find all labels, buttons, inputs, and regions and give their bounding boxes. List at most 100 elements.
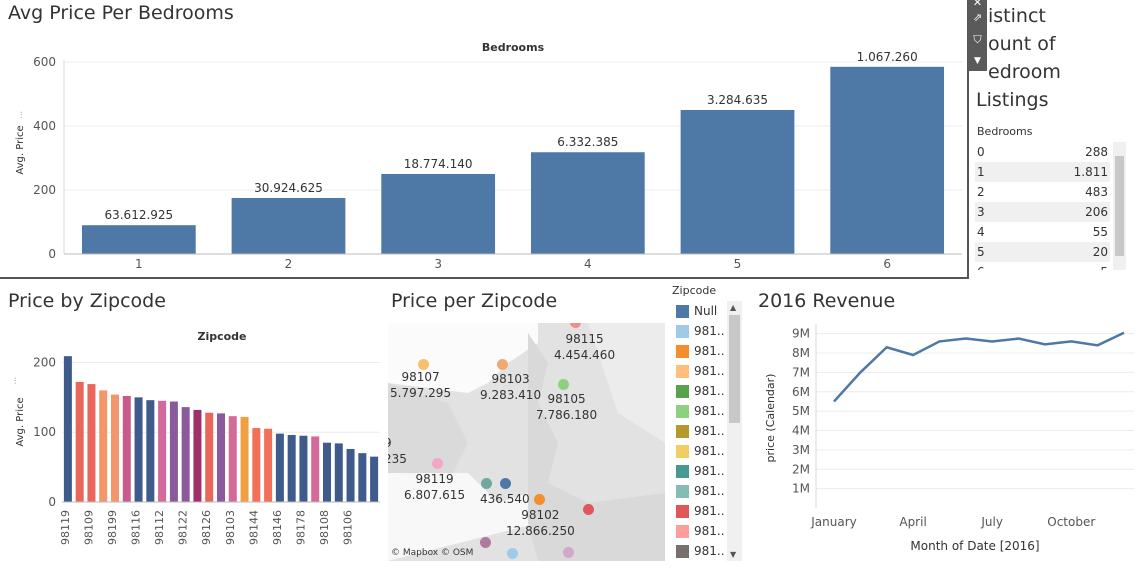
row-value: 5 bbox=[1100, 265, 1108, 270]
bar bbox=[181, 407, 190, 502]
map-label-value: 12.866.250 bbox=[506, 524, 575, 538]
map-title: Price per Zipcode bbox=[391, 290, 558, 312]
bar bbox=[264, 428, 273, 502]
map-label: 98102 12.866.250 bbox=[506, 507, 575, 539]
line-y-axis-label: price (Calendar) bbox=[764, 374, 777, 463]
zipcode-bar-chart[interactable]: Zipcode Avg. Price ⫶ 0 100 200 98119 98109 98199… bbox=[0, 322, 385, 571]
bar bbox=[370, 456, 379, 502]
row-value: 55 bbox=[1092, 225, 1108, 239]
legend-label: 981.. bbox=[694, 404, 725, 418]
map-label-value: 5.797.295 bbox=[390, 386, 452, 400]
x-tick-label: October bbox=[1047, 515, 1095, 529]
bar-chart-title: Avg Price Per Bedrooms bbox=[8, 2, 234, 24]
revenue-line-chart[interactable]: 1M 2M 3M 4M 5M 6M 7M 8M 9M price (Calendar) Januar… bbox=[750, 318, 1139, 571]
y-tick-label: 4M bbox=[792, 424, 810, 438]
bar bbox=[231, 198, 346, 254]
scroll-down-icon[interactable]: ▼ bbox=[730, 550, 736, 559]
x-tick-label: 98126 bbox=[200, 510, 213, 545]
legend-swatch bbox=[676, 445, 689, 458]
map-marker[interactable] bbox=[432, 458, 443, 469]
map-marker[interactable] bbox=[534, 494, 545, 505]
map-label: 98115 4.454.460 bbox=[554, 331, 615, 363]
popout-icon[interactable]: ⇗ bbox=[968, 9, 987, 27]
table-row[interactable]: 65 bbox=[975, 262, 1110, 270]
legend-swatch bbox=[676, 405, 689, 418]
legend-swatch bbox=[676, 485, 689, 498]
x-tick-label: 98146 bbox=[271, 510, 284, 545]
y-tick-label: 1M bbox=[792, 482, 810, 496]
legend-label: Null bbox=[694, 304, 718, 318]
map-credit: © Mapbox © OSM bbox=[391, 548, 474, 558]
y-tick-label: 600 bbox=[33, 55, 56, 69]
scroll-up-icon[interactable]: ▲ bbox=[730, 303, 736, 312]
legend-swatch bbox=[676, 385, 689, 398]
x-tick-label: 5 bbox=[734, 257, 742, 271]
row-key: 5 bbox=[977, 245, 985, 259]
bar bbox=[346, 448, 355, 502]
map-label: 98103 9.283.410 bbox=[480, 371, 541, 403]
map-label-zip: 98107 bbox=[401, 370, 440, 384]
filter-icon[interactable]: ⛉ bbox=[968, 31, 987, 49]
bar-y-axis-label: Avg. Price bbox=[15, 125, 26, 174]
x-tick-label: 98199 bbox=[106, 510, 119, 545]
map-label-value: 6.807.615 bbox=[404, 488, 466, 502]
row-value: 1.811 bbox=[1073, 165, 1108, 179]
sort-icon: ⫶ bbox=[14, 376, 16, 387]
bar bbox=[311, 436, 320, 502]
x-tick-label: 98108 bbox=[318, 510, 331, 545]
legend-label: 981.. bbox=[694, 364, 725, 378]
count-title-line: Listings bbox=[976, 89, 1049, 111]
zip-chart-header: Zipcode bbox=[197, 330, 246, 343]
table-row[interactable]: 0 288 bbox=[975, 142, 1110, 162]
bar bbox=[680, 110, 795, 254]
bar bbox=[216, 413, 226, 502]
x-tick-label: July bbox=[980, 515, 1003, 529]
table-row[interactable]: 2 483 bbox=[975, 182, 1110, 202]
count-table-header: Bedrooms bbox=[977, 125, 1033, 138]
table-row[interactable]: 5 20 bbox=[975, 242, 1110, 262]
bar bbox=[240, 416, 249, 502]
map-marker[interactable] bbox=[507, 548, 518, 559]
legend-scrollbar[interactable]: ▲ ▼ bbox=[727, 301, 742, 561]
x-tick-label: 6 bbox=[883, 257, 891, 271]
y-tick-label: 0 bbox=[48, 495, 56, 509]
legend-swatch bbox=[676, 365, 689, 378]
y-tick-label: 100 bbox=[33, 425, 56, 439]
bar-chart-header: Bedrooms bbox=[482, 41, 545, 54]
legend-swatch bbox=[676, 345, 689, 358]
legend-label: 981.. bbox=[694, 324, 725, 338]
bar bbox=[275, 433, 284, 502]
bar bbox=[381, 174, 496, 254]
table-row[interactable]: 3 206 bbox=[975, 202, 1110, 222]
map-marker[interactable] bbox=[500, 478, 511, 489]
bar bbox=[134, 397, 143, 502]
bedrooms-bar-chart[interactable]: Bedrooms Avg. Price ⫶ 0 200 400 600 63.612.925 1… bbox=[0, 30, 968, 275]
dropdown-arrow-icon[interactable]: ▼ bbox=[968, 52, 987, 70]
bar bbox=[158, 400, 167, 502]
map-label-value: 4.454.460 bbox=[554, 348, 616, 362]
bar bbox=[110, 394, 120, 502]
bar bbox=[322, 442, 332, 502]
legend-swatch bbox=[676, 505, 689, 518]
map-marker[interactable] bbox=[481, 478, 492, 489]
table-row[interactable]: 1 1.811 bbox=[975, 162, 1110, 182]
map-label-zip: 98119 bbox=[415, 472, 454, 486]
bar bbox=[287, 435, 296, 502]
map-marker[interactable] bbox=[480, 537, 491, 548]
map-label-value: 436.540 bbox=[480, 492, 530, 506]
row-key: 3 bbox=[977, 205, 985, 219]
table-row[interactable]: 4 55 bbox=[975, 222, 1110, 242]
y-tick-label: 200 bbox=[33, 183, 56, 197]
bar-data-label: 6.332.385 bbox=[557, 135, 618, 149]
table-scrollbar-thumb[interactable] bbox=[1115, 156, 1124, 256]
map-marker[interactable] bbox=[497, 359, 508, 370]
map-marker[interactable] bbox=[583, 504, 594, 515]
map-marker[interactable] bbox=[558, 379, 569, 390]
bar bbox=[75, 382, 84, 502]
table-scrollbar[interactable] bbox=[1113, 142, 1126, 270]
map-label-value: 9.283.410 bbox=[480, 388, 542, 402]
legend-scrollbar-thumb[interactable] bbox=[729, 315, 740, 423]
map-marker[interactable] bbox=[563, 547, 574, 558]
map-label: 436.540 bbox=[480, 491, 530, 507]
zipcode-map[interactable]: 98115 4.454.460 98107 5.797.295 98103 9.283.4… bbox=[388, 323, 665, 561]
